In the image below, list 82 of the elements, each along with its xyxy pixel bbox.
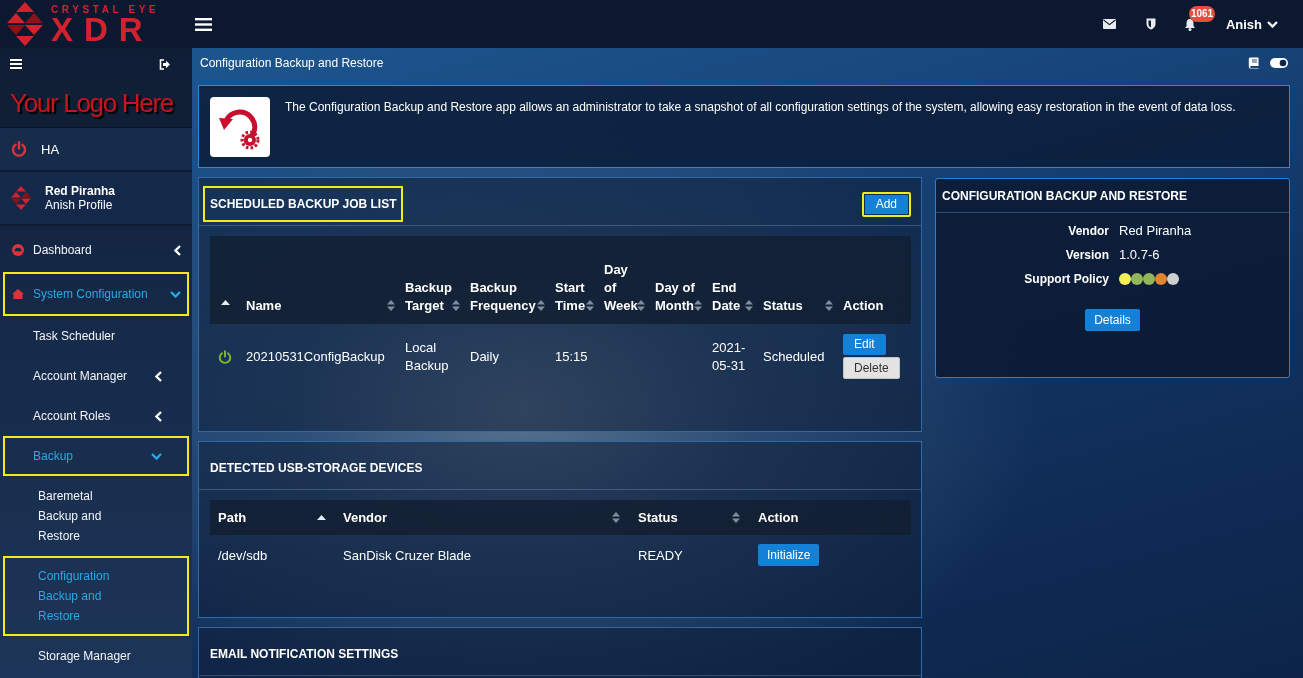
profile-name: Red Piranha: [45, 184, 116, 198]
sort-icon: [612, 512, 620, 523]
brand-tagline: CRYSTAL EYE: [51, 4, 160, 16]
power-icon: [11, 141, 27, 157]
gauge-icon: [12, 244, 24, 256]
profile-subtitle: Anish Profile: [45, 198, 114, 212]
field-label: Support Policy: [1023, 271, 1109, 288]
sort-icon: [694, 300, 702, 311]
panel-title: CONFIGURATION BACKUP AND RESTORE: [942, 188, 1187, 203]
field-label: Vendor: [1067, 223, 1109, 240]
page-title: Configuration Backup and Restore: [200, 56, 384, 70]
circular-arrow-gear-icon: [210, 97, 270, 157]
sort-icon: [745, 300, 753, 311]
shield-icon[interactable]: [1145, 18, 1156, 30]
sort-icon: [586, 300, 594, 311]
sort-ascending-icon: [317, 515, 326, 520]
logo-icon: [5, 1, 45, 47]
table-cell: 20210531ConfigBackup: [240, 324, 399, 389]
column-header[interactable]: Status: [630, 500, 750, 535]
sort-icon: [537, 300, 545, 311]
panel-title: DETECTED USB-STORAGE DEVICES: [209, 460, 424, 477]
user-menu[interactable]: Anish: [1225, 16, 1278, 32]
sidebar-item[interactable]: Backup: [3, 436, 189, 476]
column-header[interactable]: Name: [240, 236, 399, 324]
column-header[interactable]: Start Time: [549, 236, 598, 324]
column-header[interactable]: Day of Week: [598, 236, 649, 324]
table-cell: Scheduled: [757, 324, 837, 389]
sidebar-item[interactable]: Dashboard: [3, 228, 189, 272]
sort-icon: [452, 300, 460, 311]
field-value: 1.0.7-6: [1119, 246, 1161, 264]
table-cell: 15:15: [549, 324, 598, 389]
panel-title: EMAIL NOTIFICATION SETTINGS: [209, 646, 400, 663]
ha-item[interactable]: HA: [0, 128, 192, 172]
add-button[interactable]: Add: [861, 191, 911, 217]
table-cell: /dev/sdb: [210, 535, 335, 575]
menu-icon[interactable]: [195, 17, 212, 31]
delete-button[interactable]: Delete: [843, 357, 900, 379]
field-label: Version: [1064, 247, 1109, 264]
field-value: Red Piranha: [1119, 222, 1192, 240]
column-header: Action: [837, 236, 911, 324]
column-header[interactable]: Status: [757, 236, 837, 324]
column-header: Action: [750, 500, 911, 535]
sidebar-item[interactable]: Configuration Backup and Restore: [3, 556, 189, 636]
details-button[interactable]: Details: [1085, 309, 1140, 331]
intro-text: The Configuration Backup and Restore app allows an administrator to take a snapshot of all configuration settings of the system, allowing easy restoration in the event of data loss.: [285, 99, 1236, 116]
sidebar-item[interactable]: Task Scheduler: [3, 316, 189, 356]
table-cell: SanDisk Cruzer Blade: [335, 535, 630, 575]
column-header[interactable]: End Date: [706, 236, 757, 324]
sort-icon: [825, 300, 833, 311]
table-cell: 2021-05-31: [706, 324, 757, 389]
column-header[interactable]: Backup Target: [399, 236, 464, 324]
sort-icon: [387, 300, 395, 311]
sidebar-item[interactable]: Account Manager: [3, 356, 189, 396]
book-icon[interactable]: [1248, 57, 1259, 69]
column-header[interactable]: Day of Month: [649, 236, 706, 324]
edit-button[interactable]: Edit: [843, 334, 886, 355]
panel-title: SCHEDULED BACKUP JOB LIST: [203, 186, 404, 222]
bell-icon[interactable]: [1183, 17, 1196, 31]
power-icon[interactable]: [218, 350, 232, 365]
toggle-switch[interactable]: [1270, 58, 1288, 68]
menu-icon[interactable]: [10, 59, 22, 69]
brand-wordmark: XDR: [51, 16, 154, 44]
house-icon: [12, 288, 24, 300]
table-cell: Daily: [464, 324, 549, 389]
sidebar-item[interactable]: Baremetal Backup and Restore: [3, 476, 189, 556]
sign-out-icon[interactable]: [159, 58, 171, 70]
sidebar-item[interactable]: Account Roles: [3, 396, 189, 436]
logo-icon: [10, 185, 32, 211]
table-cell: READY: [630, 535, 750, 575]
chevron-down-icon: [1267, 20, 1278, 28]
column-header[interactable]: Path: [210, 500, 335, 535]
sort-icon: [732, 512, 740, 523]
notification-badge: 1061: [1188, 5, 1216, 22]
mail-icon[interactable]: [1102, 19, 1116, 29]
sort-ascending-icon: [220, 300, 230, 306]
sidebar-item[interactable]: Storage Manager: [3, 636, 189, 676]
column-header[interactable]: Backup Frequency: [464, 236, 549, 324]
sort-icon: [637, 300, 645, 311]
column-header[interactable]: Vendor: [335, 500, 630, 535]
sidebar-item[interactable]: System Configuration: [3, 272, 189, 316]
initialize-button[interactable]: Initialize: [758, 544, 820, 566]
table-cell: Local Backup: [399, 324, 464, 389]
